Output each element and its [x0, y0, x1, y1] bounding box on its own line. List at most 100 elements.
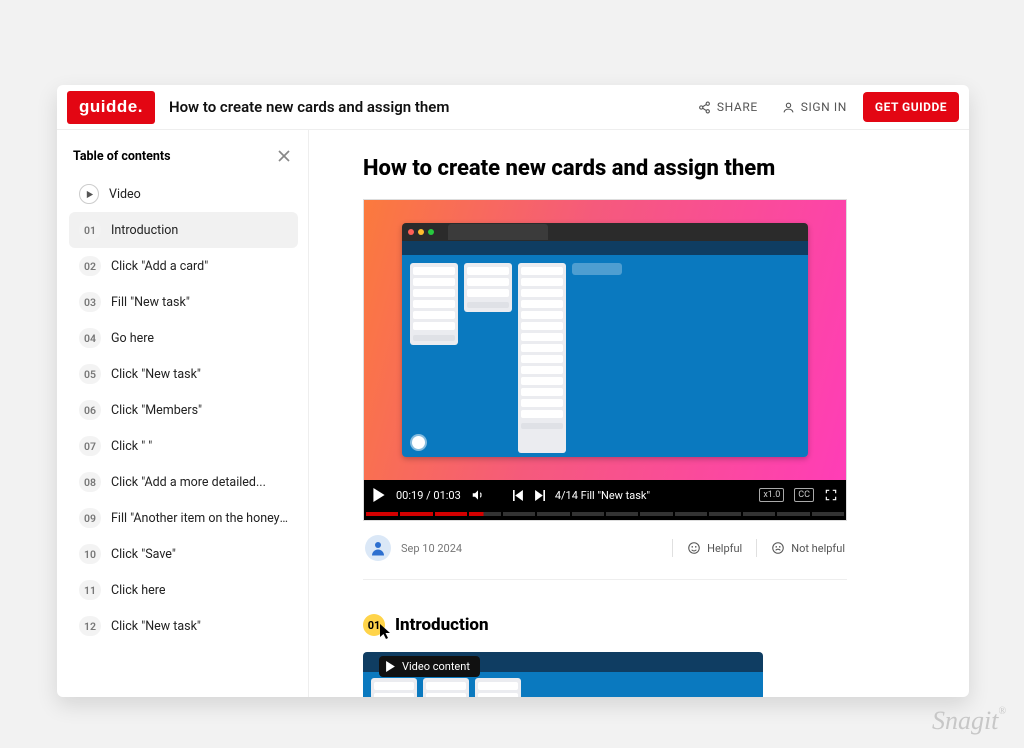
progress-segment[interactable] [812, 512, 844, 516]
toc-item-label: Fill "New task" [111, 295, 190, 310]
toc-item-label: Go here [111, 331, 154, 346]
toc-item-label: Introduction [111, 223, 178, 238]
toc-item-label: Click " " [111, 439, 152, 454]
helpful-label: Helpful [707, 542, 742, 555]
brand-logo[interactable]: guidde. [67, 91, 155, 124]
toc-video-label: Video [109, 187, 141, 202]
video-time: 00:19 / 01:03 [396, 489, 461, 502]
signin-button[interactable]: SIGN IN [770, 94, 859, 120]
toc-item-number: 03 [79, 292, 101, 312]
smile-icon [687, 541, 701, 555]
toc-item-number: 01 [79, 220, 101, 240]
video-progress[interactable] [364, 510, 846, 520]
fullscreen-icon[interactable] [824, 488, 838, 502]
toc-item-label: Click "Members" [111, 403, 202, 418]
frown-icon [771, 541, 785, 555]
toc-item-08[interactable]: 08 Click "Add a more detailed... [69, 464, 298, 500]
progress-segment[interactable] [400, 512, 432, 516]
video-player: 00:19 / 01:03 4/14 Fill "New task" x1.0 … [363, 199, 847, 521]
progress-segment[interactable] [777, 512, 809, 516]
share-icon [698, 101, 711, 114]
topbar: guidde. How to create new cards and assi… [57, 85, 969, 130]
progress-segment[interactable] [675, 512, 707, 516]
video-frame[interactable] [364, 200, 846, 480]
toc-item-12[interactable]: 12 Click "New task" [69, 608, 298, 644]
share-button[interactable]: SHARE [686, 94, 770, 120]
not-helpful-label: Not helpful [791, 542, 845, 555]
video-controls: 00:19 / 01:03 4/14 Fill "New task" x1.0 … [364, 480, 846, 510]
progress-segment[interactable] [640, 512, 672, 516]
speed-badge[interactable]: x1.0 [759, 488, 784, 502]
video-content-chip[interactable]: Video content [379, 656, 480, 677]
toc-item-02[interactable]: 02 Click "Add a card" [69, 248, 298, 284]
play-icon[interactable] [372, 488, 386, 502]
toc-item-label: Click "New task" [111, 367, 201, 382]
author-avatar[interactable] [365, 535, 391, 561]
helpful-button[interactable]: Helpful [687, 541, 742, 555]
main-content: How to create new cards and assign them [309, 130, 969, 697]
toc-item-label: Click "Save" [111, 547, 176, 562]
app-window: guidde. How to create new cards and assi… [57, 85, 969, 697]
toc-item-06[interactable]: 06 Click "Members" [69, 392, 298, 428]
toc-item-07[interactable]: 07 Click " " [69, 428, 298, 464]
mouse-cursor-icon [380, 624, 392, 640]
toc-item-03[interactable]: 03 Fill "New task" [69, 284, 298, 320]
share-label: SHARE [717, 100, 758, 114]
next-icon[interactable] [534, 490, 545, 501]
toc-item-label: Fill "Another item on the honey-... [111, 511, 288, 526]
toc-item-05[interactable]: 05 Click "New task" [69, 356, 298, 392]
toc-item-label: Click "New task" [111, 619, 201, 634]
toc-item-04[interactable]: 04 Go here [69, 320, 298, 356]
toc-item-number: 08 [79, 472, 101, 492]
page-title: How to create new cards and assign them [169, 98, 449, 116]
progress-segment[interactable] [469, 512, 501, 516]
toc-item-number: 12 [79, 616, 101, 636]
section-title: Introduction [395, 615, 489, 635]
not-helpful-button[interactable]: Not helpful [771, 541, 845, 555]
toc-title: Table of contents [73, 149, 171, 164]
progress-segment[interactable] [743, 512, 775, 516]
body: Table of contents Video 01 Introduction 02… [57, 130, 969, 697]
guidde-badge-icon [412, 436, 425, 449]
chip-label: Video content [402, 660, 470, 673]
snagit-watermark: Snagit® [932, 706, 1006, 736]
toc-header: Table of contents [73, 146, 294, 166]
signin-label: SIGN IN [801, 100, 847, 114]
toc-item-01[interactable]: 01 Introduction [69, 212, 298, 248]
sidebar: Table of contents Video 01 Introduction 02… [57, 130, 309, 697]
volume-icon[interactable] [471, 488, 485, 502]
toc-item-number: 02 [79, 256, 101, 276]
user-icon [782, 101, 795, 114]
toc-item-10[interactable]: 10 Click "Save" [69, 536, 298, 572]
toc-item-video[interactable]: Video [69, 176, 298, 212]
progress-segment[interactable] [572, 512, 604, 516]
toc-item-09[interactable]: 09 Fill "Another item on the honey-... [69, 500, 298, 536]
close-icon[interactable] [274, 146, 294, 166]
toc-item-label: Click "Add a card" [111, 259, 208, 274]
toc-item-label: Click here [111, 583, 165, 598]
video-content-preview [402, 223, 808, 457]
cc-badge[interactable]: CC [794, 488, 814, 502]
progress-segment[interactable] [366, 512, 398, 516]
progress-segment[interactable] [503, 512, 535, 516]
play-icon [385, 661, 396, 672]
toc-item-number: 06 [79, 400, 101, 420]
toc-item-number: 10 [79, 544, 101, 564]
toc-item-11[interactable]: 11Click here [69, 572, 298, 608]
toc-item-number: 04 [79, 328, 101, 348]
toc-item-number: 07 [79, 436, 101, 456]
section-thumbnail[interactable]: Video content [363, 652, 763, 697]
toc-item-label: Click "Add a more detailed... [111, 475, 266, 490]
progress-segment[interactable] [606, 512, 638, 516]
progress-segment[interactable] [537, 512, 569, 516]
section-header: 01 Introduction [363, 614, 915, 636]
main-title: How to create new cards and assign them [363, 156, 915, 181]
prev-icon[interactable] [513, 490, 524, 501]
get-guidde-button[interactable]: GET GUIDDE [863, 92, 959, 122]
progress-segment[interactable] [709, 512, 741, 516]
toc-item-number: 05 [79, 364, 101, 384]
date-text: Sep 10 2024 [401, 542, 462, 555]
progress-segment[interactable] [435, 512, 467, 516]
video-step-label: 4/14 Fill "New task" [555, 489, 650, 502]
toc-item-number: 09 [79, 508, 101, 528]
